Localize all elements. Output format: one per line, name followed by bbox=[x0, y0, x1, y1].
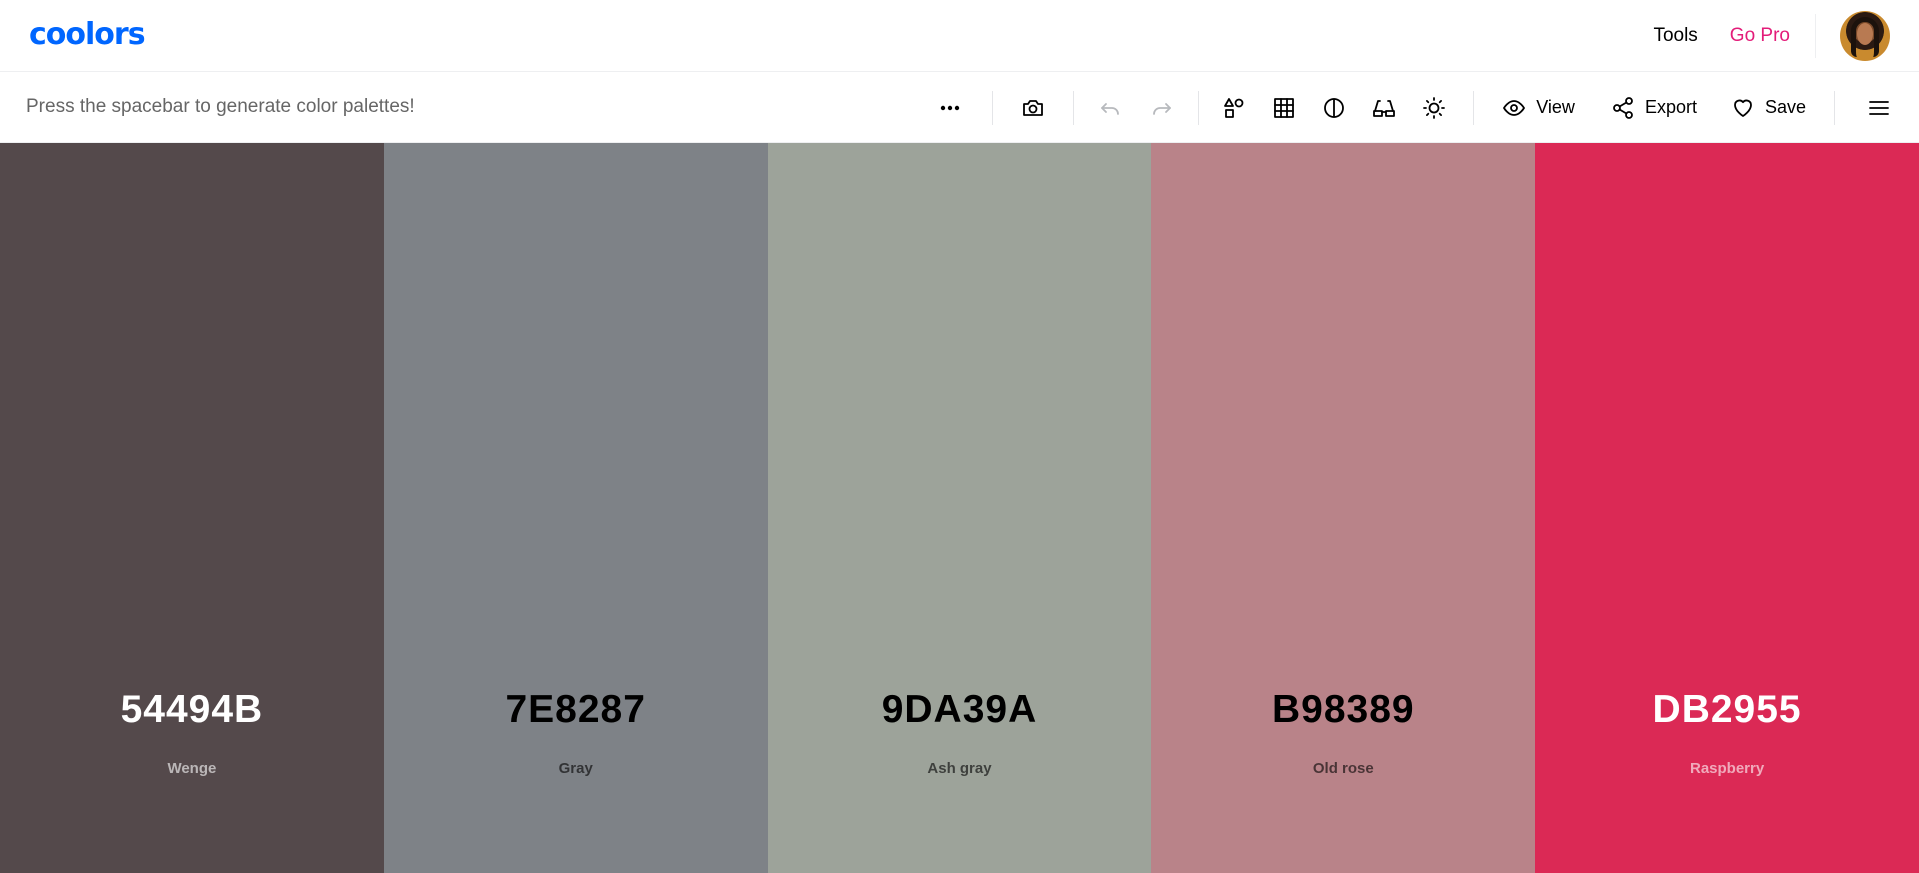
view-button[interactable]: View bbox=[1496, 88, 1581, 128]
color-swatch[interactable]: 7E8287 Gray bbox=[383, 143, 768, 873]
shapes-button[interactable] bbox=[1214, 88, 1254, 128]
color-swatch[interactable]: B98389 Old rose bbox=[1151, 143, 1536, 873]
color-name[interactable]: Raspberry bbox=[1535, 760, 1919, 777]
nav-right: Tools Go Pro bbox=[1653, 0, 1919, 72]
hex-code[interactable]: 9DA39A bbox=[768, 688, 1152, 732]
shapes-icon bbox=[1224, 97, 1244, 118]
eye-icon bbox=[1503, 99, 1526, 116]
view-label: View bbox=[1536, 97, 1575, 117]
redo-icon bbox=[1153, 102, 1172, 115]
color-blindness-button[interactable] bbox=[1364, 88, 1404, 128]
color-swatch[interactable]: DB2955 Raspberry bbox=[1535, 143, 1919, 873]
hex-code[interactable]: 54494B bbox=[0, 688, 384, 732]
undo-icon bbox=[1101, 102, 1120, 115]
avatar-face bbox=[1857, 23, 1873, 45]
go-pro-link[interactable]: Go Pro bbox=[1730, 25, 1790, 47]
heart-icon bbox=[1734, 99, 1752, 117]
more-options-button[interactable] bbox=[930, 88, 970, 128]
nav-divider bbox=[1815, 14, 1816, 58]
save-button[interactable]: Save bbox=[1725, 88, 1812, 128]
tools-link[interactable]: Tools bbox=[1653, 25, 1697, 47]
export-button[interactable]: Export bbox=[1605, 88, 1703, 128]
main-menu-button[interactable] bbox=[1859, 88, 1899, 128]
camera-button[interactable] bbox=[1013, 88, 1053, 128]
share-icon bbox=[1613, 96, 1633, 119]
color-name[interactable]: Wenge bbox=[0, 760, 384, 777]
toolbar-divider bbox=[992, 90, 994, 125]
color-swatch[interactable]: 54494B Wenge bbox=[0, 143, 384, 873]
toolbar-divider bbox=[1073, 90, 1075, 125]
top-nav: coolors Tools Go Pro bbox=[0, 0, 1919, 72]
color-palette: 54494B Wenge 7E8287 Gray 9DA39A Ash gray… bbox=[0, 143, 1919, 873]
brightness-button[interactable] bbox=[1414, 88, 1454, 128]
color-name[interactable]: Gray bbox=[384, 760, 768, 777]
grid-icon bbox=[1274, 97, 1295, 118]
hamburger-menu-icon bbox=[1869, 100, 1889, 115]
hex-code[interactable]: 7E8287 bbox=[384, 688, 768, 732]
contrast-button[interactable] bbox=[1314, 88, 1354, 128]
spacebar-hint: Press the spacebar to generate color pal… bbox=[26, 96, 415, 117]
color-name[interactable]: Old rose bbox=[1151, 760, 1535, 777]
redo-button[interactable] bbox=[1142, 88, 1182, 128]
more-dots-icon bbox=[941, 105, 960, 110]
color-swatch[interactable]: 9DA39A Ash gray bbox=[767, 143, 1152, 873]
toolbar-divider bbox=[1198, 90, 1200, 125]
toolbar-divider bbox=[1834, 90, 1835, 125]
hex-code[interactable]: DB2955 bbox=[1535, 688, 1919, 732]
color-blindness-glasses-icon bbox=[1373, 99, 1396, 117]
toolbar-tools: View Export Save bbox=[930, 72, 1919, 143]
sun-icon bbox=[1423, 96, 1446, 119]
coolors-logo[interactable]: coolors bbox=[29, 17, 146, 53]
toolbar: Press the spacebar to generate color pal… bbox=[0, 72, 1919, 143]
export-label: Export bbox=[1644, 97, 1697, 117]
toolbar-divider bbox=[1473, 90, 1475, 125]
avatar[interactable] bbox=[1840, 11, 1890, 61]
save-label: Save bbox=[1764, 97, 1806, 117]
camera-icon bbox=[1023, 99, 1044, 116]
hex-code[interactable]: B98389 bbox=[1151, 688, 1535, 732]
color-name[interactable]: Ash gray bbox=[768, 760, 1152, 777]
contrast-icon bbox=[1324, 97, 1345, 118]
grid-button[interactable] bbox=[1264, 88, 1304, 128]
undo-button[interactable] bbox=[1090, 88, 1130, 128]
